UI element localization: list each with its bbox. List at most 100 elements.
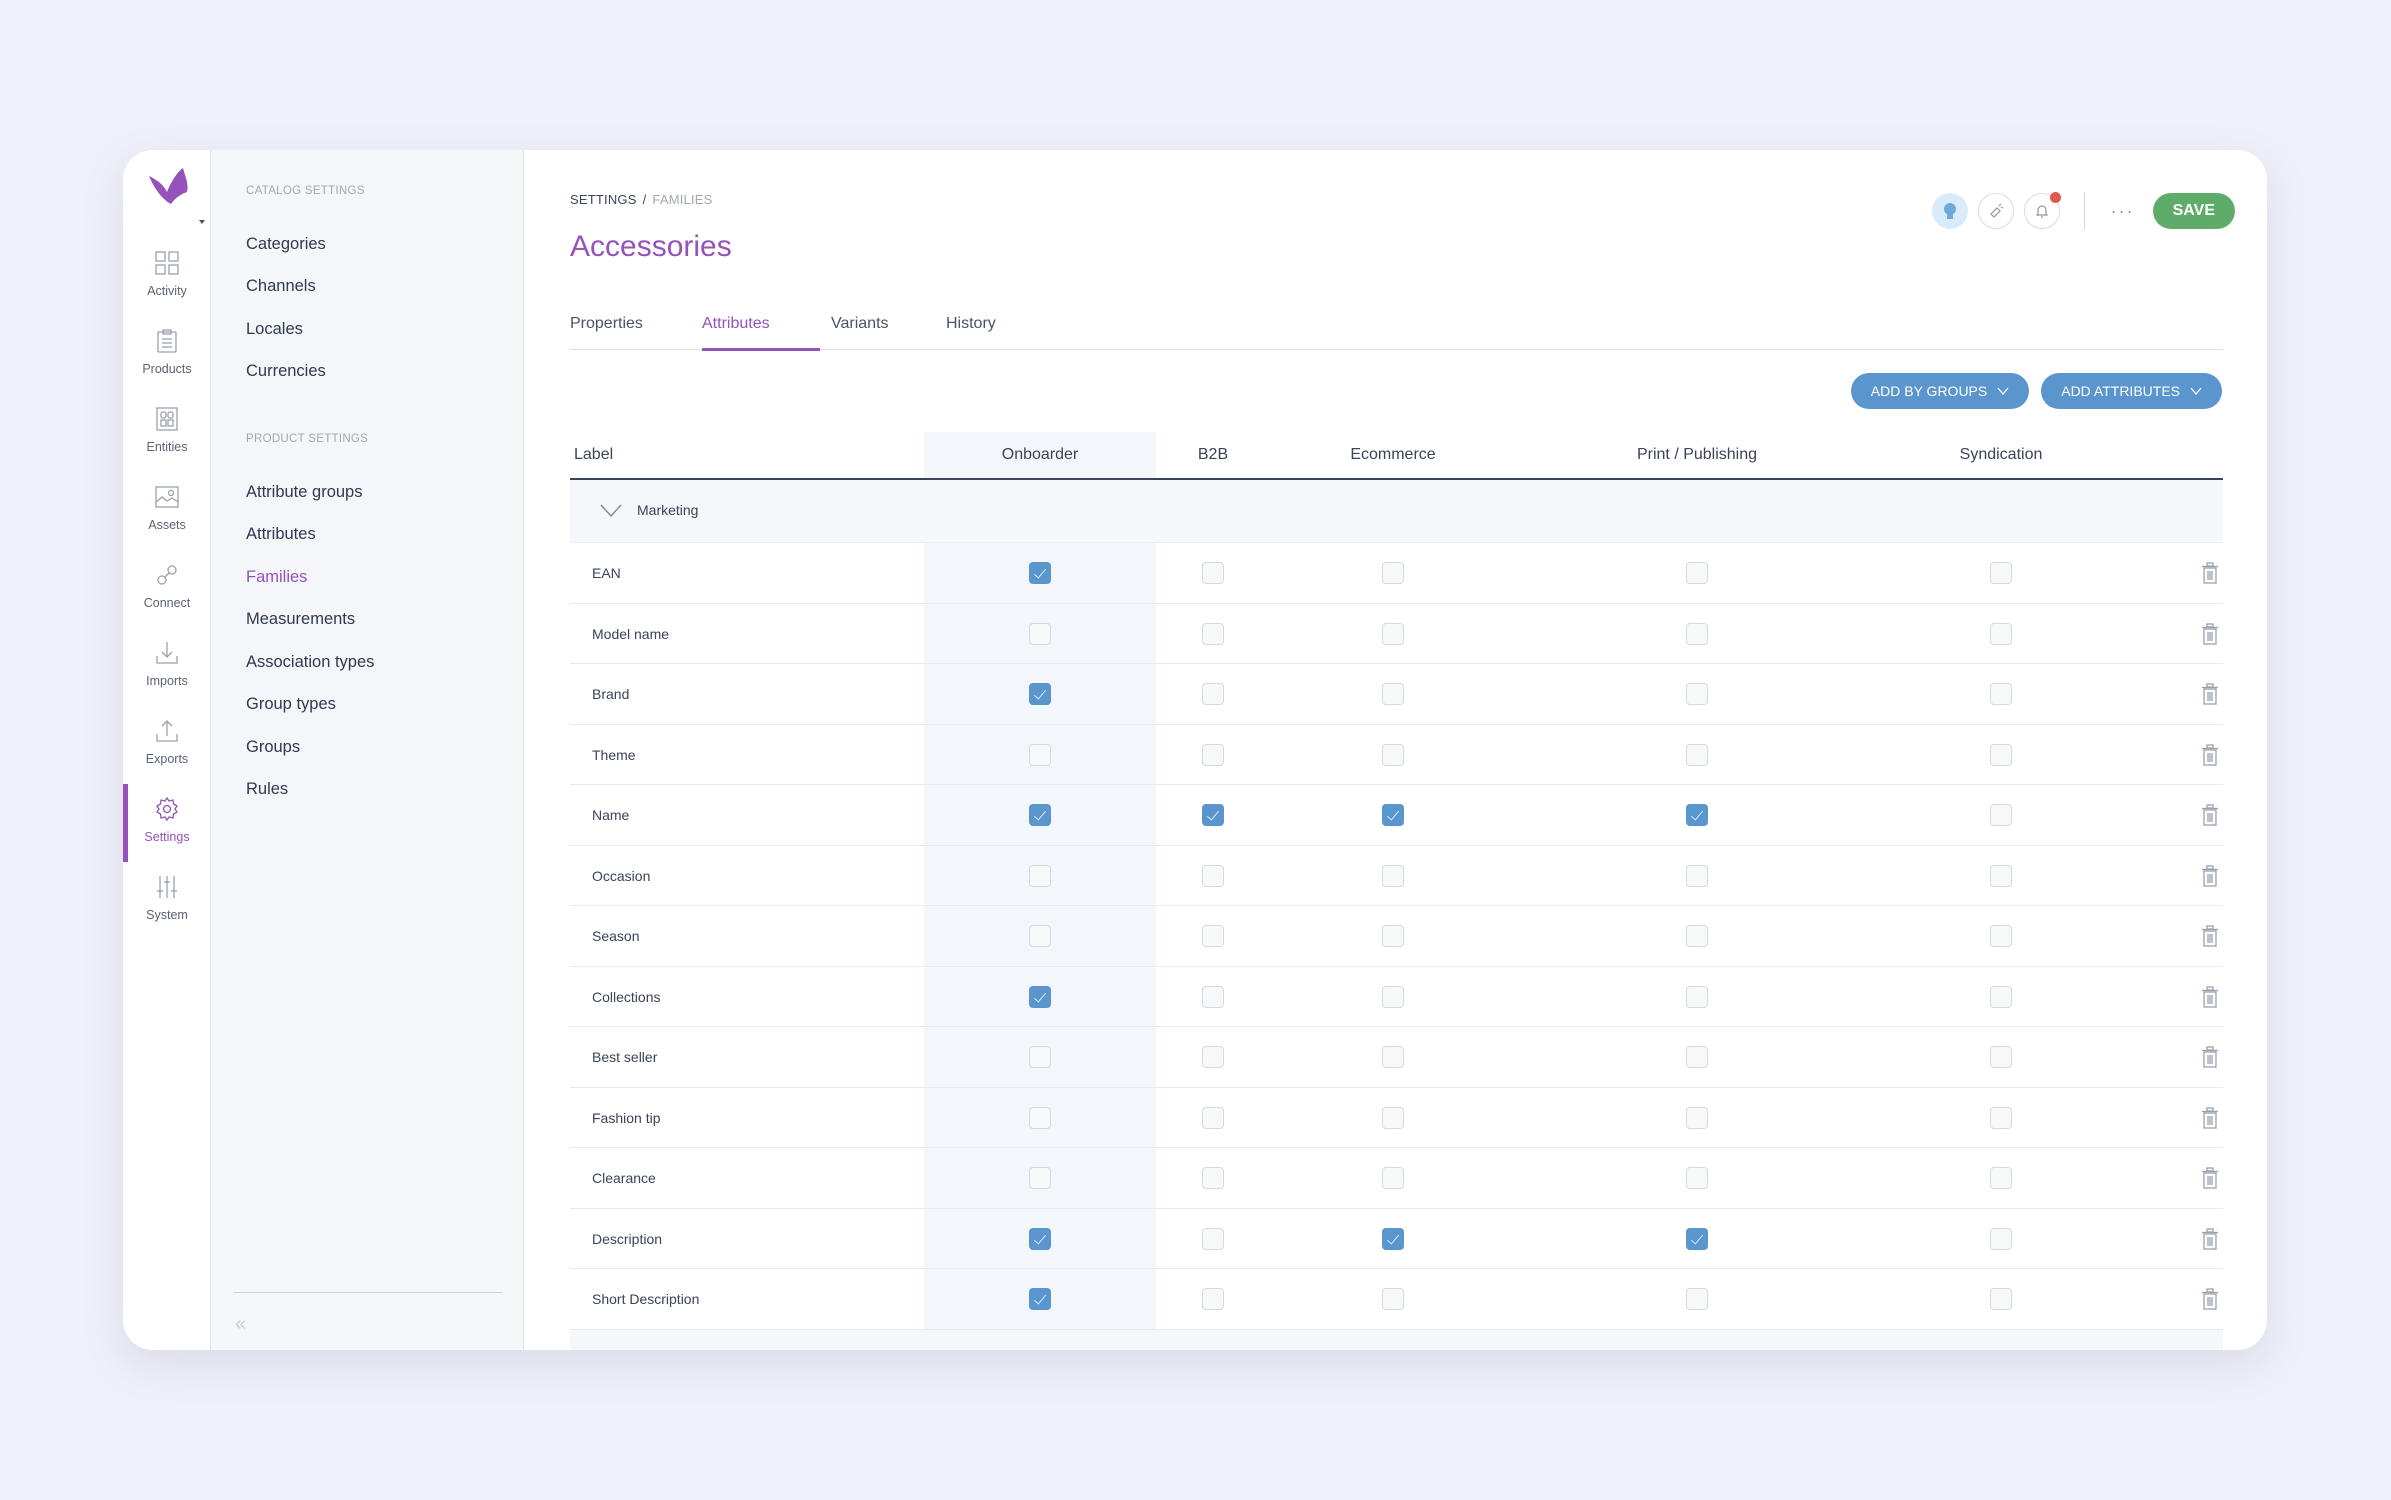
rail-item-assets[interactable]: Assets [123, 484, 211, 554]
trash-icon[interactable] [2201, 562, 2219, 584]
tab-history[interactable]: History [946, 315, 996, 350]
checkbox-ecommerce[interactable] [1382, 1106, 1404, 1129]
trash-icon[interactable] [2201, 804, 2219, 826]
rail-item-exports[interactable]: Exports [123, 718, 211, 788]
checkbox-onboarder[interactable] [1029, 925, 1051, 947]
trash-icon[interactable] [2201, 743, 2219, 766]
tab-properties[interactable]: Properties [570, 315, 643, 350]
checkbox-print-publishing[interactable] [1686, 1288, 1708, 1310]
checkbox-b2b[interactable] [1202, 1167, 1224, 1189]
checkbox-onboarder[interactable] [1029, 1167, 1051, 1189]
nav-channels[interactable]: Channels [246, 277, 316, 296]
checkbox-ecommerce[interactable] [1382, 864, 1404, 887]
tab-attributes[interactable]: Attributes [702, 315, 820, 351]
checkbox-syndication[interactable] [1990, 743, 2012, 766]
checkbox-b2b[interactable] [1202, 683, 1224, 705]
checkbox-b2b[interactable] [1202, 864, 1224, 887]
checkbox-ecommerce[interactable] [1382, 1046, 1404, 1068]
checkbox-syndication[interactable] [1990, 864, 2012, 887]
rail-item-imports[interactable]: Imports [123, 640, 211, 710]
checkbox-ecommerce[interactable] [1382, 622, 1404, 645]
nav-association-types[interactable]: Association types [246, 653, 374, 672]
checkbox-print-publishing[interactable] [1686, 1227, 1708, 1250]
checkbox-onboarder[interactable] [1029, 562, 1051, 584]
checkbox-b2b[interactable] [1202, 1046, 1224, 1068]
more-options-icon[interactable]: ··· [2111, 201, 2135, 222]
checkbox-syndication[interactable] [1990, 925, 2012, 947]
trash-icon[interactable] [2201, 622, 2219, 645]
trash-icon[interactable] [2201, 925, 2219, 947]
nav-measurements[interactable]: Measurements [246, 610, 355, 629]
rail-item-settings[interactable]: Settings [123, 796, 211, 866]
checkbox-print-publishing[interactable] [1686, 1167, 1708, 1189]
checkbox-b2b[interactable] [1202, 925, 1224, 947]
checkbox-b2b[interactable] [1202, 622, 1224, 645]
checkbox-onboarder[interactable] [1029, 1106, 1051, 1129]
logo-icon[interactable] [147, 166, 189, 206]
nav-attributes[interactable]: Attributes [246, 525, 316, 544]
checkbox-syndication[interactable] [1990, 1106, 2012, 1129]
checkbox-onboarder[interactable] [1029, 1046, 1051, 1068]
checkbox-onboarder[interactable] [1029, 804, 1051, 826]
trash-icon[interactable] [2201, 1288, 2219, 1310]
checkbox-onboarder[interactable] [1029, 622, 1051, 645]
trash-icon[interactable] [2201, 864, 2219, 887]
checkbox-syndication[interactable] [1990, 985, 2012, 1008]
checkbox-ecommerce[interactable] [1382, 985, 1404, 1008]
checkbox-print-publishing[interactable] [1686, 622, 1708, 645]
checkbox-b2b[interactable] [1202, 985, 1224, 1008]
checkbox-syndication[interactable] [1990, 1046, 2012, 1068]
checkbox-print-publishing[interactable] [1686, 925, 1708, 947]
checkbox-onboarder[interactable] [1029, 1227, 1051, 1250]
checkbox-print-publishing[interactable] [1686, 562, 1708, 584]
user-avatar[interactable] [1931, 193, 1968, 229]
checkbox-onboarder[interactable] [1029, 985, 1051, 1008]
checkbox-ecommerce[interactable] [1382, 683, 1404, 705]
rail-item-system[interactable]: System [123, 874, 211, 944]
group-row-marketing[interactable]: Marketing [570, 480, 2223, 543]
trash-icon[interactable] [2201, 683, 2219, 705]
checkbox-onboarder[interactable] [1029, 743, 1051, 766]
notifications-button[interactable] [2023, 192, 2061, 229]
checkbox-ecommerce[interactable] [1382, 743, 1404, 766]
checkbox-b2b[interactable] [1202, 743, 1224, 766]
checkbox-ecommerce[interactable] [1382, 562, 1404, 584]
nav-currencies[interactable]: Currencies [246, 362, 326, 381]
checkbox-ecommerce[interactable] [1382, 1167, 1404, 1189]
checkbox-syndication[interactable] [1990, 1167, 2012, 1189]
checkbox-onboarder[interactable] [1029, 683, 1051, 705]
nav-groups[interactable]: Groups [246, 738, 300, 757]
checkbox-b2b[interactable] [1202, 1288, 1224, 1310]
checkbox-ecommerce[interactable] [1382, 1288, 1404, 1310]
checkbox-ecommerce[interactable] [1382, 804, 1404, 826]
checkbox-print-publishing[interactable] [1686, 804, 1708, 826]
checkbox-onboarder[interactable] [1029, 1288, 1051, 1310]
checkbox-onboarder[interactable] [1029, 864, 1051, 887]
checkbox-ecommerce[interactable] [1382, 925, 1404, 947]
announcements-button[interactable] [1977, 193, 2014, 229]
nav-families[interactable]: Families [246, 568, 307, 587]
checkbox-syndication[interactable] [1990, 683, 2012, 705]
rail-item-activity[interactable]: Activity [123, 250, 211, 320]
trash-icon[interactable] [2201, 1167, 2219, 1189]
checkbox-syndication[interactable] [1990, 804, 2012, 826]
trash-icon[interactable] [2201, 985, 2219, 1008]
checkbox-syndication[interactable] [1990, 1288, 2012, 1310]
checkbox-syndication[interactable] [1990, 1227, 2012, 1250]
checkbox-print-publishing[interactable] [1686, 743, 1708, 766]
trash-icon[interactable] [2201, 1106, 2219, 1129]
checkbox-syndication[interactable] [1990, 562, 2012, 584]
nav-locales[interactable]: Locales [246, 320, 303, 339]
nav-categories[interactable]: Categories [246, 235, 326, 254]
checkbox-b2b[interactable] [1202, 1227, 1224, 1250]
rail-item-products[interactable]: Products [123, 328, 211, 398]
checkbox-b2b[interactable] [1202, 562, 1224, 584]
collapse-panel-icon[interactable]: « [235, 1313, 246, 1336]
rail-item-connect[interactable]: Connect [123, 562, 211, 632]
add-attributes-button[interactable]: ADD ATTRIBUTES [2041, 373, 2222, 409]
checkbox-print-publishing[interactable] [1686, 864, 1708, 887]
checkbox-print-publishing[interactable] [1686, 985, 1708, 1008]
breadcrumb-settings[interactable]: SETTINGS [570, 192, 637, 207]
add-by-groups-button[interactable]: ADD BY GROUPS [1850, 373, 2030, 409]
checkbox-ecommerce[interactable] [1382, 1227, 1404, 1250]
